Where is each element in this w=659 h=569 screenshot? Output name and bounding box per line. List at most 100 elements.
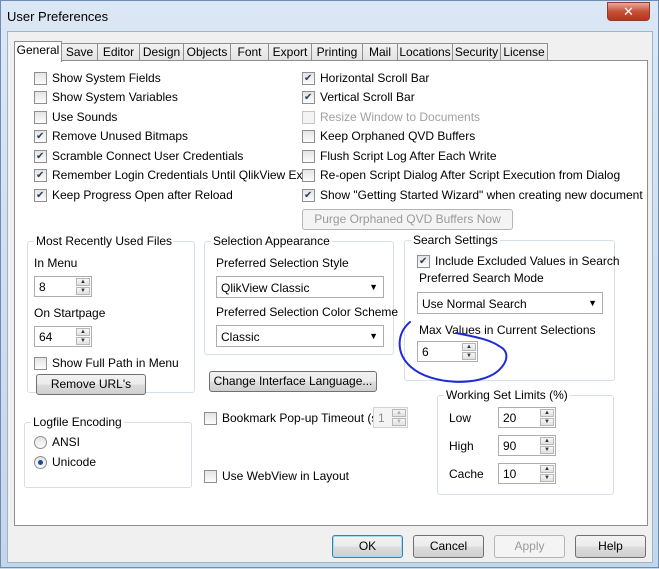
search-settings-group: Search Settings Include Excluded Values … <box>404 233 620 381</box>
spinner-value: 6 <box>422 345 429 359</box>
checkbox-box[interactable] <box>34 110 47 124</box>
checkbox-label: Resize Window to Documents <box>320 110 481 124</box>
ok-button[interactable]: OK <box>332 535 403 558</box>
checkbox-box[interactable] <box>34 71 47 85</box>
selection-style-label: Preferred Selection Style <box>216 256 349 270</box>
checkbox-box[interactable] <box>302 188 315 202</box>
checkbox-box[interactable] <box>204 411 217 425</box>
max-values-spinner[interactable]: 6 ▲ ▼ <box>417 341 478 362</box>
tab-general[interactable]: General <box>14 41 62 62</box>
help-button[interactable]: Help <box>575 535 646 558</box>
spinner-buttons: ▲ ▼ <box>540 437 554 454</box>
spin-up-icon[interactable]: ▲ <box>540 437 554 445</box>
checkbox-box[interactable] <box>302 168 315 182</box>
in-menu-spinner[interactable]: 8 ▲ ▼ <box>34 276 92 297</box>
remove-urls-button[interactable]: Remove URL's <box>36 374 146 395</box>
keep-orphaned-qvd-checkbox[interactable]: Keep Orphaned QVD Buffers <box>302 128 475 144</box>
checkbox-box[interactable] <box>302 90 315 104</box>
spin-down-icon[interactable]: ▼ <box>540 474 554 482</box>
remove-unused-bitmaps-checkbox[interactable]: Remove Unused Bitmaps <box>34 128 188 144</box>
close-button[interactable]: ✕ <box>607 2 650 21</box>
tab-mail[interactable]: Mail <box>362 43 398 61</box>
tab-export[interactable]: Export <box>268 43 312 61</box>
horizontal-scroll-bar-checkbox[interactable]: Horizontal Scroll Bar <box>302 70 429 86</box>
checkbox-box[interactable] <box>34 356 47 370</box>
spinner-buttons: ▲ ▼ <box>540 465 554 482</box>
checkbox-box[interactable] <box>302 129 315 143</box>
flush-script-log-checkbox[interactable]: Flush Script Log After Each Write <box>302 148 497 164</box>
cache-label: Cache <box>449 467 484 481</box>
spin-up-icon[interactable]: ▲ <box>76 328 90 336</box>
checkbox-label: Remove Unused Bitmaps <box>52 129 189 143</box>
tab-security[interactable]: Security <box>452 43 501 61</box>
selection-color-dropdown[interactable]: Classic ▼ <box>216 325 384 347</box>
group-title: Working Set Limits (%) <box>444 388 570 402</box>
radio-button[interactable] <box>34 455 47 469</box>
tab-editor[interactable]: Editor <box>97 43 140 61</box>
low-spinner[interactable]: 20 ▲ ▼ <box>498 407 556 428</box>
checkbox-box[interactable] <box>417 254 430 268</box>
spin-up-icon[interactable]: ▲ <box>540 409 554 417</box>
unicode-radio[interactable]: Unicode <box>34 454 96 470</box>
reopen-script-dialog-checkbox[interactable]: Re-open Script Dialog After Script Execu… <box>302 167 620 183</box>
checkbox-label: Use WebView in Layout <box>222 469 349 483</box>
change-interface-language-button[interactable]: Change Interface Language... <box>209 371 377 392</box>
checkbox-label: Include Excluded Values in Search <box>435 254 620 268</box>
use-sounds-checkbox[interactable]: Use Sounds <box>34 109 117 125</box>
vertical-scroll-bar-checkbox[interactable]: Vertical Scroll Bar <box>302 89 415 105</box>
chevron-down-icon[interactable]: ▼ <box>369 331 378 341</box>
include-excluded-checkbox[interactable]: Include Excluded Values in Search <box>417 253 620 269</box>
spin-down-icon[interactable]: ▼ <box>76 337 90 345</box>
tab-objects[interactable]: Objects <box>183 43 231 61</box>
checkbox-box[interactable] <box>34 90 47 104</box>
checkbox-box[interactable] <box>34 149 47 163</box>
cancel-button[interactable]: Cancel <box>413 535 484 558</box>
spin-up-icon[interactable]: ▲ <box>76 278 90 286</box>
tab-save[interactable]: Save <box>61 43 98 61</box>
title-bar[interactable]: User Preferences ✕ <box>1 1 658 31</box>
checkbox-box[interactable] <box>34 168 47 182</box>
spin-up-icon[interactable]: ▲ <box>462 343 476 351</box>
spin-down-icon[interactable]: ▼ <box>76 287 90 295</box>
ansi-radio[interactable]: ANSI <box>34 434 80 450</box>
low-label: Low <box>449 411 472 425</box>
search-mode-label: Preferred Search Mode <box>419 271 544 285</box>
spin-up-icon: ▲ <box>392 409 406 417</box>
checkbox-box[interactable] <box>34 188 47 202</box>
on-startpage-spinner[interactable]: 64 ▲ ▼ <box>34 326 92 347</box>
high-spinner[interactable]: 90 ▲ ▼ <box>498 435 556 456</box>
show-system-fields-checkbox[interactable]: Show System Fields <box>34 70 161 86</box>
use-webview-checkbox[interactable]: Use WebView in Layout <box>204 468 349 484</box>
show-full-path-checkbox[interactable]: Show Full Path in Menu <box>34 355 179 371</box>
tab-locations[interactable]: Locations <box>397 43 453 61</box>
spin-up-icon[interactable]: ▲ <box>540 465 554 473</box>
checkbox-box[interactable] <box>302 149 315 163</box>
tab-printing[interactable]: Printing <box>311 43 363 61</box>
spin-down-icon[interactable]: ▼ <box>462 352 476 360</box>
spin-down-icon[interactable]: ▼ <box>540 418 554 426</box>
chevron-down-icon[interactable]: ▼ <box>588 298 597 308</box>
chevron-down-icon[interactable]: ▼ <box>369 282 378 292</box>
remember-login-checkbox[interactable]: Remember Login Credentials Until QlikVie… <box>34 167 315 183</box>
resize-window-checkbox: Resize Window to Documents <box>302 109 480 125</box>
tab-license[interactable]: License <box>500 43 548 61</box>
selection-style-dropdown[interactable]: QlikView Classic ▼ <box>216 276 384 298</box>
checkbox-box[interactable] <box>302 71 315 85</box>
tab-design[interactable]: Design <box>139 43 184 61</box>
spinner-value: 90 <box>503 439 517 453</box>
show-system-variables-checkbox[interactable]: Show System Variables <box>34 89 178 105</box>
show-getting-started-checkbox[interactable]: Show "Getting Started Wizard" when creat… <box>302 187 643 203</box>
checkbox-label: Keep Orphaned QVD Buffers <box>320 129 476 143</box>
tab-font[interactable]: Font <box>230 43 269 61</box>
search-mode-dropdown[interactable]: Use Normal Search ▼ <box>417 292 603 314</box>
scramble-credentials-checkbox[interactable]: Scramble Connect User Credentials <box>34 148 243 164</box>
radio-button[interactable] <box>34 435 47 449</box>
checkbox-box[interactable] <box>204 469 217 483</box>
cache-spinner[interactable]: 10 ▲ ▼ <box>498 463 556 484</box>
dropdown-value: Use Normal Search <box>422 297 527 311</box>
checkbox-box[interactable] <box>34 129 47 143</box>
spin-down-icon[interactable]: ▼ <box>540 446 554 454</box>
spinner-buttons: ▲ ▼ <box>76 278 90 295</box>
keep-progress-open-checkbox[interactable]: Keep Progress Open after Reload <box>34 187 233 203</box>
bookmark-popup-timeout-checkbox[interactable]: Bookmark Pop-up Timeout (s) <box>204 410 381 426</box>
